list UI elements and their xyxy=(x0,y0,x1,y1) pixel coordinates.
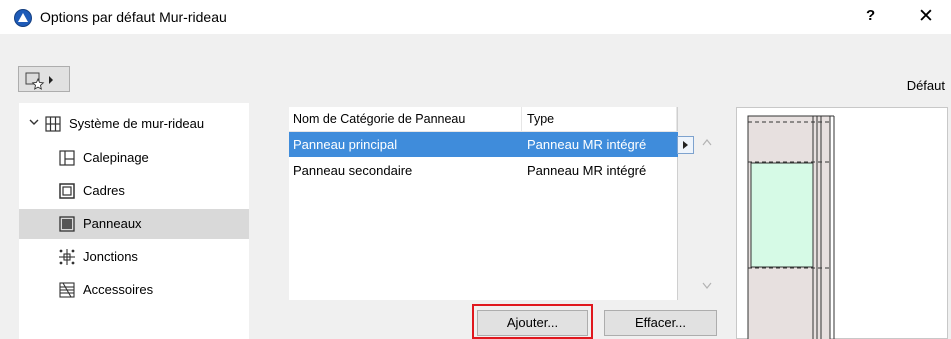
column-header-name[interactable]: Nom de Catégorie de Panneau xyxy=(293,107,521,132)
column-divider[interactable] xyxy=(521,107,522,132)
frame-icon xyxy=(59,183,75,199)
tree-item-jonctions[interactable]: Jonctions xyxy=(19,242,249,272)
column-header-type[interactable]: Type xyxy=(527,107,675,132)
tree-item-label: Calepinage xyxy=(83,150,149,165)
tree-item-label: Cadres xyxy=(83,183,125,198)
tree-item-label: Accessoires xyxy=(83,282,154,297)
tree-item-calepinage[interactable]: Calepinage xyxy=(19,143,249,173)
settings-tree: Système de mur-rideau Calepinage Cadres … xyxy=(19,103,249,339)
panel-type-cell: Panneau MR intégré xyxy=(527,163,647,178)
tree-item-panneaux[interactable]: Panneaux xyxy=(19,209,249,239)
curtain-wall-preview-drawing xyxy=(747,115,835,339)
panel-name-cell: Panneau secondaire xyxy=(293,163,413,178)
panel-category-table: Nom de Catégorie de Panneau Type Panneau… xyxy=(289,107,678,300)
panel-icon xyxy=(59,216,75,232)
scroll-up-arrow[interactable] xyxy=(702,138,712,149)
column-divider[interactable] xyxy=(676,107,677,132)
accessory-icon xyxy=(59,282,75,298)
panel-type-cell: Panneau MR intégré xyxy=(527,137,647,152)
tree-item-accessoires[interactable]: Accessoires xyxy=(19,275,249,305)
type-dropdown-button[interactable] xyxy=(677,136,694,154)
default-label: Défaut xyxy=(906,78,945,93)
delete-button[interactable]: Effacer... xyxy=(604,310,717,336)
table-header: Nom de Catégorie de Panneau Type xyxy=(289,107,678,132)
favorites-icon xyxy=(25,72,53,90)
triangle-right-icon xyxy=(683,141,688,149)
table-row[interactable]: Panneau principal Panneau MR intégré xyxy=(289,132,678,157)
table-row[interactable]: Panneau secondaire Panneau MR intégré xyxy=(289,158,678,183)
tree-root-label: Système de mur-rideau xyxy=(69,116,205,131)
curtain-wall-preview xyxy=(736,107,948,339)
title-bar: Options par défaut Mur-rideau ? ✕ xyxy=(0,0,951,34)
tree-root-curtain-wall-system[interactable]: Système de mur-rideau xyxy=(29,109,245,139)
grid-icon xyxy=(45,116,61,132)
scroll-down-arrow[interactable] xyxy=(702,282,712,293)
chevron-down-icon[interactable] xyxy=(29,109,39,139)
junction-icon xyxy=(59,249,75,265)
panel-name-cell: Panneau principal xyxy=(293,137,398,152)
app-icon xyxy=(14,9,32,27)
close-button[interactable]: ✕ xyxy=(918,5,934,28)
toolbar: Défaut xyxy=(0,34,951,98)
tree-item-label: Jonctions xyxy=(83,249,138,264)
tree-item-cadres[interactable]: Cadres xyxy=(19,176,249,206)
tree-item-label: Panneaux xyxy=(83,216,142,231)
help-button[interactable]: ? xyxy=(866,7,875,24)
add-button[interactable]: Ajouter... xyxy=(477,310,588,336)
layout-icon xyxy=(59,150,75,166)
window-title: Options par défaut Mur-rideau xyxy=(40,9,227,25)
favorites-button[interactable] xyxy=(18,66,70,92)
